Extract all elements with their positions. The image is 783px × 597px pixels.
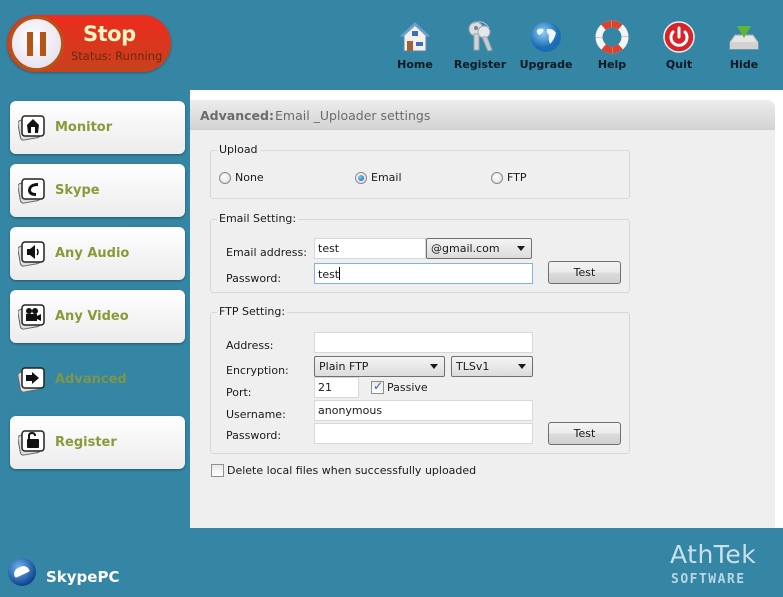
home-icon [398, 20, 432, 54]
ftp-test-button[interactable]: Test [548, 422, 621, 445]
radio-email-label[interactable]: Email [371, 171, 402, 184]
delete-local-label[interactable]: Delete local files when successfully upl… [227, 464, 476, 477]
vendor-logo: AthTek [670, 540, 757, 569]
ftp-port-label: Port: [226, 386, 252, 399]
radio-none-label[interactable]: None [235, 171, 264, 184]
ftp-username-label: Username: [226, 408, 286, 421]
upload-group-title: Upload [217, 143, 260, 156]
chevron-down-icon [518, 364, 526, 369]
ftp-group-title: FTP Setting: [217, 305, 288, 318]
text-caret [339, 267, 341, 280]
sidebar-item-label: Any Audio [55, 246, 130, 261]
radio-ftp-label[interactable]: FTP [507, 171, 527, 184]
ftp-encryption-value: Plain FTP [319, 360, 369, 373]
toolbar-quit-label: Quit [665, 58, 693, 71]
sidebar-item-label: Register [55, 435, 117, 450]
toolbar-register-label: Register [453, 58, 507, 71]
brand-name: SkypePC [46, 568, 120, 586]
upload-group: Upload None Email FTP [210, 143, 630, 199]
toolbar-home-button[interactable]: Home [384, 20, 446, 75]
power-icon [662, 20, 696, 54]
sidebar-item-label: Skype [55, 183, 100, 198]
radio-ftp[interactable] [491, 172, 503, 184]
sidebar-item-label: Advanced [55, 372, 127, 387]
ftp-tls-value: TLSv1 [456, 360, 490, 373]
radio-email[interactable] [355, 172, 367, 184]
toolbar-hide-label: Hide [729, 58, 759, 71]
email-password-label: Password: [226, 272, 282, 285]
email-password-input[interactable]: test [314, 263, 533, 284]
delete-local-checkbox[interactable] [211, 464, 224, 477]
toolbar-hide-button[interactable]: Hide [713, 20, 775, 75]
monitor-home-icon [17, 113, 48, 143]
ftp-tls-select[interactable]: TLSv1 [451, 356, 533, 377]
ftp-password-label: Password: [226, 429, 282, 442]
sidebar-item-advanced[interactable]: Advanced [10, 353, 185, 406]
phone-icon [17, 176, 48, 206]
panel-title-section: Advanced: [200, 108, 274, 123]
keys-icon [463, 20, 497, 54]
arrow-right-icon [17, 365, 48, 395]
video-camera-icon [17, 302, 48, 332]
sidebar-item-monitor[interactable]: Monitor [10, 101, 185, 154]
ftp-setting-group: FTP Setting: Address: Encryption: Plain … [210, 305, 630, 454]
email-address-label: Email address: [226, 246, 307, 259]
passive-label[interactable]: Passive [387, 381, 428, 394]
toolbar-upgrade-button[interactable]: Upgrade [515, 20, 577, 75]
email-setting-group: Email Setting: Email address: test @gmai… [210, 212, 630, 293]
stop-label: Stop [83, 22, 136, 46]
toolbar-upgrade-label: Upgrade [519, 58, 573, 71]
sidebar-item-any-video[interactable]: Any Video [10, 290, 185, 343]
email-domain-select[interactable]: @gmail.com [426, 238, 532, 259]
email-address-input[interactable]: test [314, 238, 426, 259]
globe-icon [529, 20, 563, 54]
passive-checkbox[interactable] [371, 379, 384, 394]
pause-icon [9, 16, 64, 71]
toolbar-help-label: Help [597, 58, 627, 71]
skypepc-logo-icon [8, 558, 36, 586]
ftp-port-input[interactable]: 21 [314, 377, 359, 398]
lifebuoy-icon [595, 20, 629, 54]
speaker-icon [17, 239, 48, 269]
sidebar-item-any-audio[interactable]: Any Audio [10, 227, 185, 280]
toolbar-quit-button[interactable]: Quit [648, 20, 710, 75]
email-group-title: Email Setting: [217, 212, 299, 225]
hide-tray-icon [727, 20, 761, 54]
ftp-username-input[interactable]: anonymous [314, 400, 533, 421]
padlock-icon [17, 428, 48, 458]
toolbar-help-button[interactable]: Help [581, 20, 643, 75]
sidebar-item-label: Monitor [55, 120, 113, 135]
vendor-logo-sub: SOFTWARE [671, 572, 746, 587]
toolbar-register-button[interactable]: Register [449, 20, 511, 75]
panel-title: Email _Uploader settings [275, 108, 431, 123]
chevron-down-icon [517, 246, 525, 251]
chevron-down-icon [430, 364, 438, 369]
stop-button[interactable]: Stop Status: Running [7, 15, 171, 72]
toolbar: Home Register Upgrade Help Quit Hide [390, 20, 783, 75]
settings-panel: Advanced: Email _Uploader settings Uploa… [190, 90, 783, 528]
ftp-address-label: Address: [226, 339, 274, 352]
sidebar-item-register[interactable]: Register [10, 416, 185, 469]
sidebar-item-skype[interactable]: Skype [10, 164, 185, 217]
panel-header: Advanced: Email _Uploader settings [190, 100, 775, 130]
toolbar-home-label: Home [397, 58, 433, 71]
radio-none[interactable] [219, 172, 231, 184]
ftp-password-input[interactable] [314, 423, 533, 444]
email-test-button[interactable]: Test [548, 261, 621, 284]
email-password-value: test [318, 268, 340, 281]
sidebar-item-label: Any Video [55, 309, 129, 324]
status-text: Status: Running [71, 49, 163, 63]
email-domain-value: @gmail.com [431, 242, 500, 255]
ftp-address-input[interactable] [314, 332, 533, 353]
ftp-encryption-select[interactable]: Plain FTP [314, 356, 445, 377]
ftp-encryption-label: Encryption: [226, 364, 289, 377]
